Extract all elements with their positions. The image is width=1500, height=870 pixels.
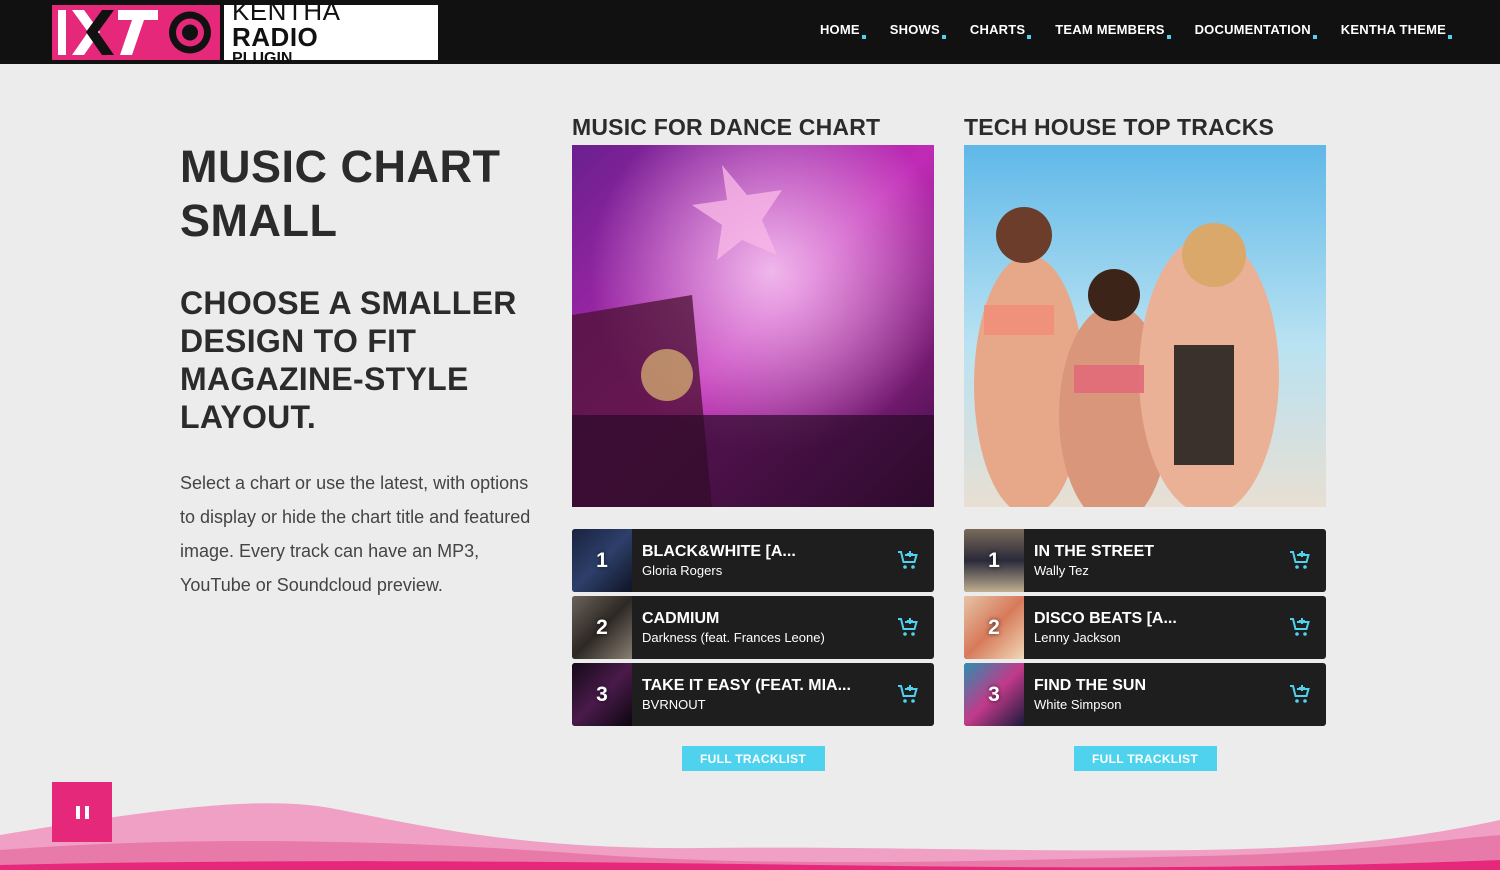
- nav-shows-label: SHOWS: [889, 22, 940, 37]
- track-rank: 2: [988, 615, 1000, 639]
- cart-icon[interactable]: [1288, 615, 1312, 639]
- page-title: MUSIC CHART SMALL: [180, 141, 501, 246]
- chart-music-for-dance: MUSIC FOR DANCE CHART 1 BLACK&WHITE [A..…: [572, 113, 934, 771]
- nav-dot-icon: [1027, 35, 1032, 39]
- track-rank: 1: [596, 548, 608, 572]
- nav-kentha-theme-label: KENTHA THEME: [1340, 22, 1446, 37]
- kto-logo-mark-icon: [52, 5, 220, 60]
- track-row[interactable]: 3 FIND THE SUN White Simpson: [964, 663, 1326, 726]
- track-title: DISCO BEATS [A...: [1034, 609, 1177, 627]
- track-row[interactable]: 2 DISCO BEATS [A... Lenny Jackson: [964, 596, 1326, 659]
- chart-title[interactable]: MUSIC FOR DANCE CHART: [572, 113, 934, 145]
- top-bar: KENTHA RADIO PLUGIN HOME SHOWS CHARTS TE…: [0, 0, 1500, 67]
- track-cover: 2: [572, 596, 632, 659]
- cart-icon[interactable]: [896, 682, 920, 706]
- nav-dot-icon: [1166, 35, 1171, 39]
- nav-charts-label: CHARTS: [969, 22, 1026, 37]
- track-cover: 1: [964, 529, 1024, 592]
- track-cover: 1: [572, 529, 632, 592]
- track-rank: 3: [596, 682, 608, 706]
- track-artist: Wally Tez: [1034, 562, 1089, 578]
- track-cover: 3: [964, 663, 1024, 726]
- track-list: 1 IN THE STREET Wally Tez 2 DISCO BEATS …: [964, 529, 1326, 726]
- track-rank: 1: [988, 548, 1000, 572]
- nav-home[interactable]: HOME: [819, 22, 866, 39]
- track-artist: BVRNOUT: [642, 696, 706, 712]
- nav-charts[interactable]: CHARTS: [969, 22, 1032, 39]
- full-tracklist-button[interactable]: FULL TRACKLIST: [681, 746, 825, 771]
- nav-dot-icon: [941, 35, 946, 39]
- track-rank: 2: [596, 615, 608, 639]
- track-list: 1 BLACK&WHITE [A... Gloria Rogers 2 CADM…: [572, 529, 934, 726]
- intro-description: Select a chart or use the latest, with o…: [180, 473, 531, 595]
- player-pause-button[interactable]: [52, 782, 112, 842]
- logo-word-radio: RADIO: [232, 22, 319, 52]
- logo-wordmark: KENTHA RADIO PLUGIN: [224, 0, 438, 67]
- track-artist: Lenny Jackson: [1034, 629, 1121, 645]
- track-artist: White Simpson: [1034, 696, 1122, 712]
- nav-home-label: HOME: [819, 22, 860, 37]
- site-logo[interactable]: KENTHA RADIO PLUGIN: [52, 0, 438, 67]
- chart-featured-image[interactable]: [964, 145, 1326, 507]
- track-title: BLACK&WHITE [A...: [642, 542, 796, 560]
- track-title: FIND THE SUN: [1034, 676, 1146, 694]
- track-artist: Gloria Rogers: [642, 562, 723, 578]
- nav-documentation-label: DOCUMENTATION: [1194, 22, 1311, 37]
- track-row[interactable]: 3 TAKE IT EASY (FEAT. MIA... BVRNOUT: [572, 663, 934, 726]
- chart-tech-house-top-tracks: TECH HOUSE TOP TRACKS 1 IN THE STREET Wa: [964, 113, 1326, 771]
- intro-section: MUSIC CHART SMALL CHOOSE A SMALLER DESIG…: [180, 140, 550, 602]
- page-subtitle: CHOOSE A SMALLER DESIGN TO FIT MAGAZINE-…: [180, 285, 517, 435]
- full-tracklist-button[interactable]: FULL TRACKLIST: [1073, 746, 1217, 771]
- track-cover: 2: [964, 596, 1024, 659]
- cart-icon[interactable]: [1288, 682, 1312, 706]
- nav-shows[interactable]: SHOWS: [889, 22, 946, 39]
- track-title: IN THE STREET: [1034, 542, 1155, 560]
- cart-icon[interactable]: [896, 548, 920, 572]
- track-rank: 3: [988, 682, 1000, 706]
- nav-dot-icon: [1448, 35, 1452, 39]
- nav-dot-icon: [861, 35, 866, 39]
- chart-title[interactable]: TECH HOUSE TOP TRACKS: [964, 113, 1326, 145]
- track-row[interactable]: 1 IN THE STREET Wally Tez: [964, 529, 1326, 592]
- logo-word-plugin: PLUGIN: [232, 50, 293, 67]
- track-title: CADMIUM: [642, 609, 720, 627]
- nav-documentation[interactable]: DOCUMENTATION: [1194, 22, 1317, 39]
- track-artist: Darkness (feat. Frances Leone): [642, 629, 825, 645]
- main-nav: HOME SHOWS CHARTS TEAM MEMBERS DOCUMENTA…: [819, 22, 1452, 39]
- chart-featured-image[interactable]: [572, 145, 934, 507]
- nav-team-members[interactable]: TEAM MEMBERS: [1055, 22, 1171, 39]
- cart-icon[interactable]: [896, 615, 920, 639]
- track-cover: 3: [572, 663, 632, 726]
- footer-waves: [0, 803, 1500, 870]
- track-row[interactable]: 2 CADMIUM Darkness (feat. Frances Leone): [572, 596, 934, 659]
- nav-team-members-label: TEAM MEMBERS: [1055, 22, 1165, 37]
- pause-icon: [75, 805, 89, 819]
- track-row[interactable]: 1 BLACK&WHITE [A... Gloria Rogers: [572, 529, 934, 592]
- cart-icon[interactable]: [1288, 548, 1312, 572]
- track-title: TAKE IT EASY (FEAT. MIA...: [642, 676, 851, 694]
- nav-kentha-theme[interactable]: KENTHA THEME: [1340, 22, 1452, 39]
- nav-dot-icon: [1312, 35, 1317, 39]
